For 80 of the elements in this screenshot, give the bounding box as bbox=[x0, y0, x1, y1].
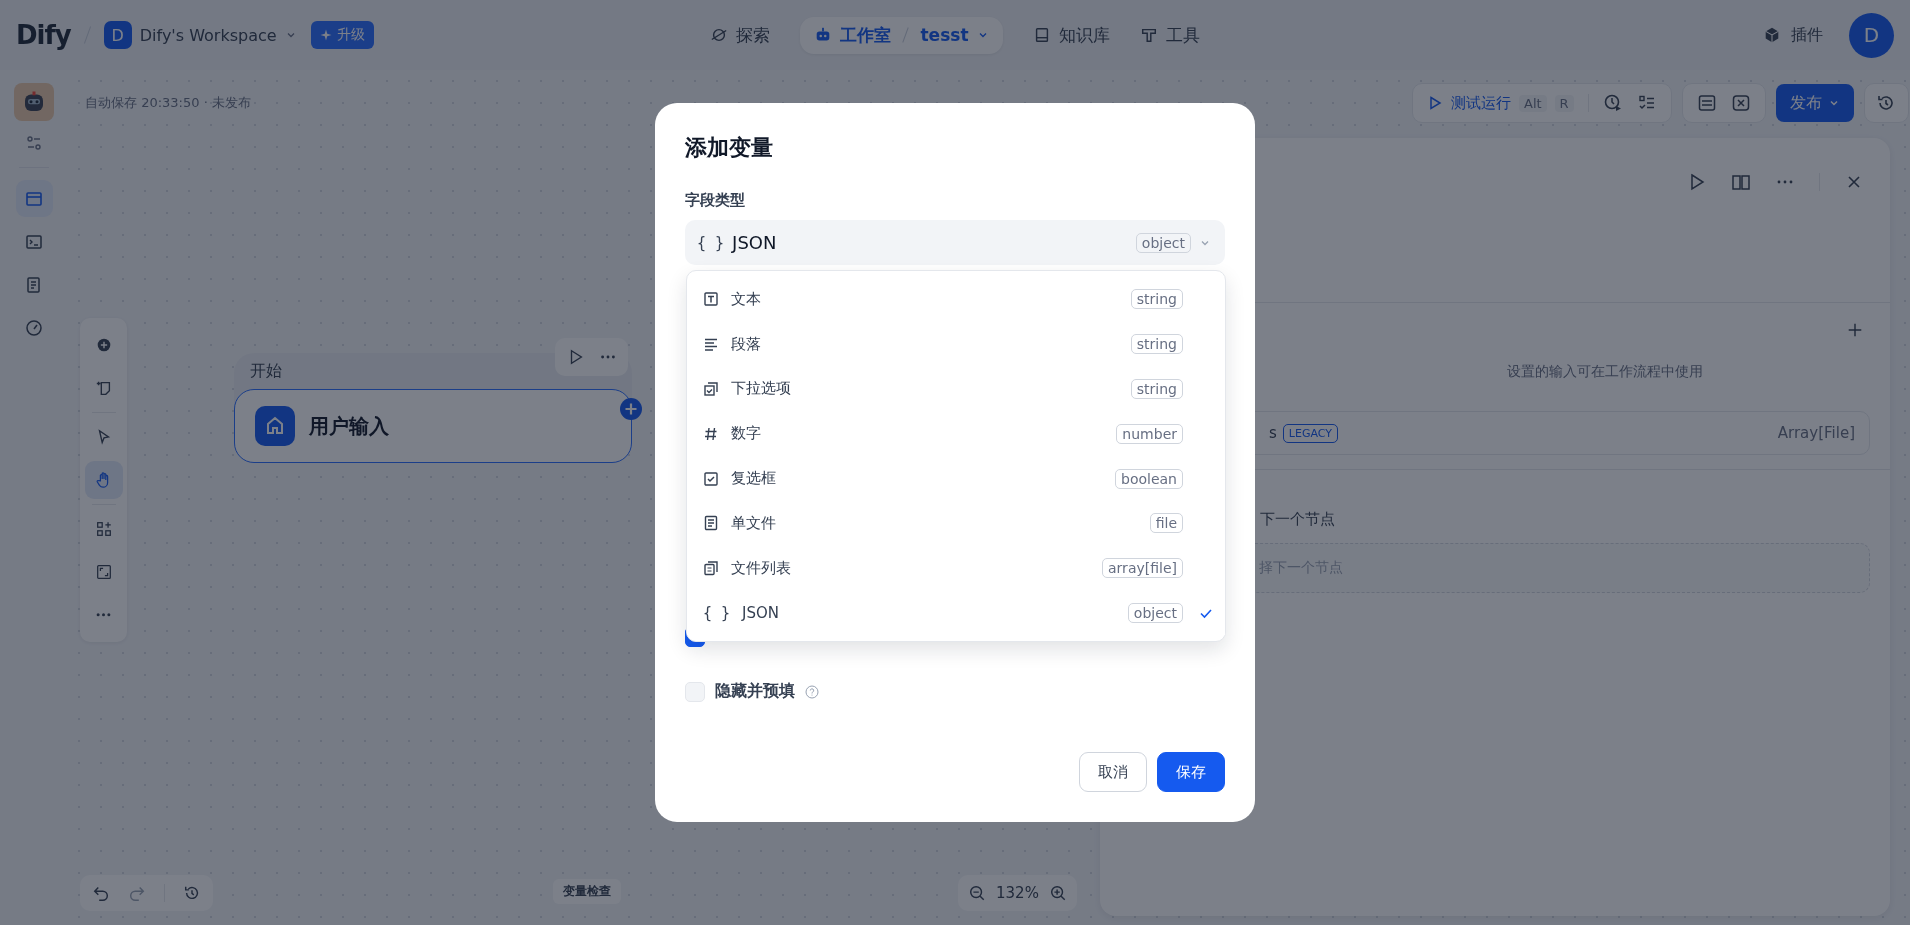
type-option[interactable]: 下拉选项 string bbox=[687, 366, 1225, 412]
input-hint: 设置的输入可在工作流程中使用 bbox=[1507, 363, 1703, 381]
gauge-icon bbox=[24, 317, 44, 338]
field-type-select[interactable]: { } JSON object bbox=[685, 220, 1225, 265]
variable-type: Array[File] bbox=[1777, 424, 1855, 442]
type-tag: array[file] bbox=[1102, 558, 1183, 579]
redo-icon[interactable] bbox=[128, 884, 146, 902]
logo[interactable]: Dify bbox=[16, 20, 71, 50]
autosave-status: 自动保存 20:33:50 · 未发布 bbox=[85, 94, 251, 112]
env-icon[interactable] bbox=[1696, 93, 1717, 113]
sparkle-icon bbox=[319, 29, 332, 41]
workspace-name[interactable]: Dify's Workspace bbox=[139, 25, 277, 45]
book-icon[interactable] bbox=[1731, 172, 1751, 192]
nav-tab[interactable]: 知识库 bbox=[1032, 23, 1110, 47]
zoom-out-icon[interactable] bbox=[968, 884, 986, 902]
nav-tab[interactable]: 工具 bbox=[1139, 23, 1200, 47]
nav-tab[interactable]: 工作室 tesst bbox=[800, 16, 1003, 54]
dialog-title: 添加变量 bbox=[685, 134, 774, 162]
field-label: 字段类型 bbox=[685, 191, 746, 210]
history-icon[interactable] bbox=[183, 884, 201, 902]
undo-icon[interactable] bbox=[92, 884, 110, 902]
variable-inspect-button[interactable]: 变量检查 bbox=[553, 879, 621, 904]
variable-icon[interactable] bbox=[1730, 93, 1751, 113]
plugins-button[interactable]: 插件 bbox=[1763, 24, 1823, 46]
sidebar-item[interactable] bbox=[15, 180, 53, 217]
files-icon bbox=[703, 560, 719, 577]
nav-tab[interactable]: 探索 bbox=[710, 23, 771, 47]
help-icon[interactable] bbox=[805, 684, 819, 699]
node-header: 开始 bbox=[249, 360, 282, 382]
app-name[interactable]: tesst bbox=[920, 25, 969, 45]
add-icon[interactable] bbox=[1846, 321, 1864, 339]
type-tag: string bbox=[1130, 379, 1183, 399]
cancel-button[interactable]: 取消 bbox=[1079, 752, 1147, 792]
clock-play-icon[interactable] bbox=[1602, 93, 1623, 113]
section-label: 下一个节点 bbox=[1260, 510, 1336, 529]
type-tag: string bbox=[1130, 334, 1183, 355]
hash-icon bbox=[703, 425, 719, 442]
user-avatar[interactable]: D bbox=[1849, 12, 1894, 58]
type-tag: boolean bbox=[1115, 468, 1183, 489]
more-icon bbox=[96, 613, 111, 617]
workspace-avatar: D bbox=[103, 21, 132, 49]
grid-plus-icon bbox=[94, 520, 113, 538]
start-node[interactable]: 开始 用户输入 bbox=[234, 353, 632, 463]
legacy-tag: LEGACY bbox=[1282, 423, 1338, 443]
paragraph-icon bbox=[703, 336, 719, 353]
hammer-icon bbox=[1139, 26, 1158, 44]
home-icon bbox=[255, 406, 295, 446]
publish-button[interactable]: 发布 bbox=[1775, 84, 1854, 122]
zoom-in-icon[interactable] bbox=[1048, 884, 1067, 902]
node-title: 用户输入 bbox=[309, 412, 389, 440]
type-option[interactable]: 段落 string bbox=[687, 321, 1225, 367]
settings-icon[interactable] bbox=[24, 133, 44, 153]
file-icon bbox=[703, 515, 719, 532]
checkbox-icon bbox=[703, 470, 719, 487]
save-button[interactable]: 保存 bbox=[1157, 752, 1225, 792]
planet-icon bbox=[710, 26, 729, 44]
checkbox[interactable] bbox=[685, 681, 705, 702]
type-tag: string bbox=[1130, 289, 1183, 310]
type-option[interactable]: { } JSON object bbox=[687, 590, 1225, 636]
type-option[interactable]: 复选框 boolean bbox=[687, 456, 1225, 501]
play-icon bbox=[1427, 95, 1443, 111]
dropdown-icon bbox=[703, 381, 719, 397]
hand-tool[interactable] bbox=[84, 461, 123, 499]
app-icon[interactable] bbox=[14, 83, 54, 121]
upgrade-button[interactable]: 升级 bbox=[310, 21, 374, 49]
zoom-level[interactable]: 132% bbox=[996, 884, 1039, 902]
shortcut-key: Alt bbox=[1519, 94, 1547, 112]
note-icon bbox=[94, 379, 113, 397]
text-box-icon bbox=[703, 291, 719, 308]
history-button[interactable] bbox=[1863, 83, 1909, 123]
type-option[interactable]: 单文件 file bbox=[687, 501, 1225, 546]
type-tag: object bbox=[1127, 602, 1183, 623]
frame-icon bbox=[94, 563, 113, 581]
type-option[interactable]: 文本 string bbox=[687, 277, 1225, 322]
add-node-icon[interactable] bbox=[619, 397, 643, 421]
cube-icon bbox=[1763, 26, 1781, 44]
type-tag: file bbox=[1149, 513, 1183, 534]
shortcut-key: R bbox=[1554, 94, 1574, 112]
type-tag: number bbox=[1116, 423, 1183, 444]
checkbox-label: 隐藏并预填 bbox=[715, 681, 795, 702]
